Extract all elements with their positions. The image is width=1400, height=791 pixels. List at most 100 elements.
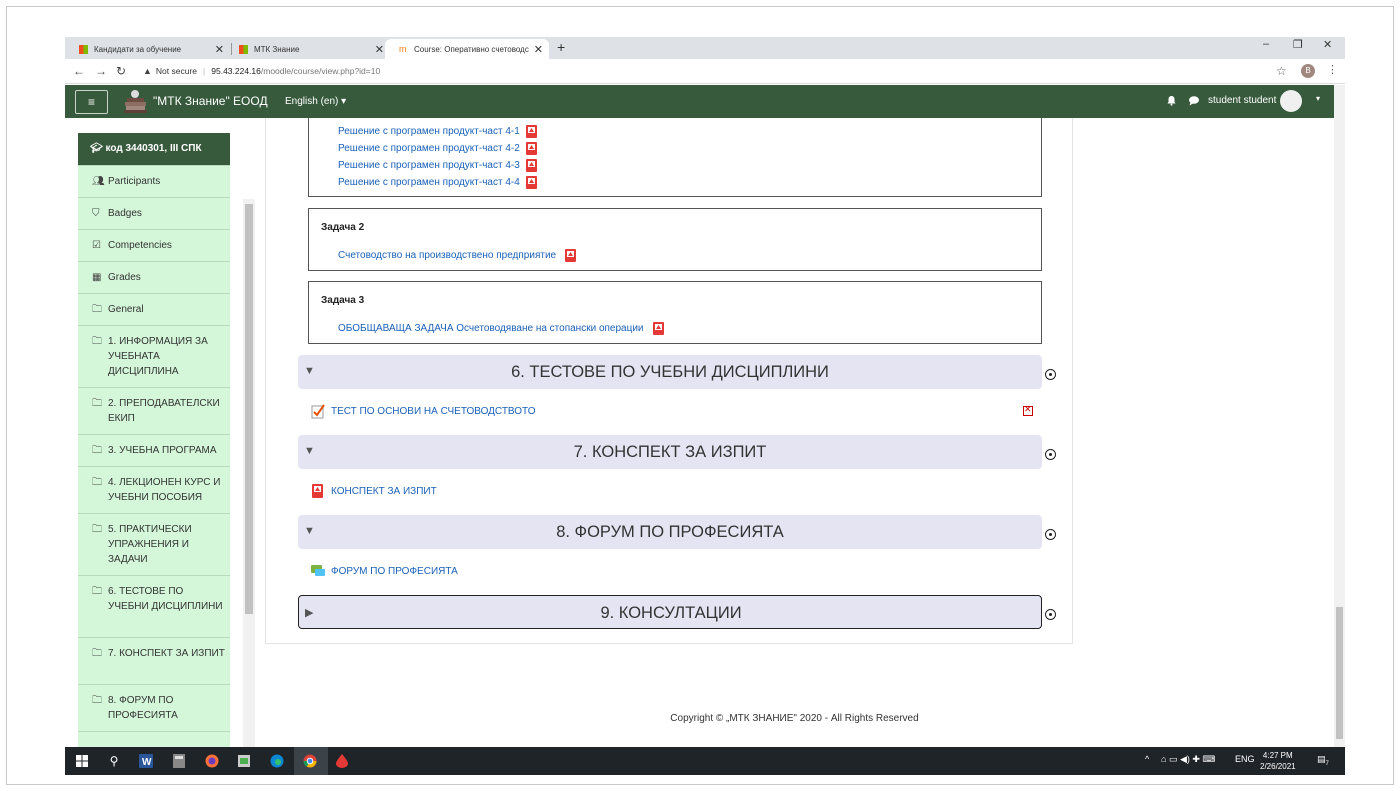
highlight-target-icon[interactable] (1045, 529, 1056, 540)
folder-icon: 🗀 (92, 304, 102, 315)
drawer-item-section-2[interactable]: 🗀 2. ПРЕПОДАВАТЕЛСКИ ЕКИП (78, 387, 230, 434)
site-logo-icon[interactable] (122, 89, 149, 114)
warning-icon: ▲ (143, 66, 152, 76)
edge-icon[interactable] (268, 752, 286, 770)
forward-button[interactable]: → (95, 64, 107, 78)
quiz-icon (310, 403, 326, 419)
drawer-item-badges[interactable]: ⛉ Badges (78, 197, 230, 229)
section-6-header[interactable]: ▼ 6. ТЕСТОВЕ ПО УЧЕБНИ ДИСЦИПЛИНИ (298, 355, 1042, 389)
drawer-toggle-button[interactable]: ≡ (75, 90, 108, 114)
taskbar-clock[interactable]: 4:27 PM 2/26/2021 (1260, 750, 1296, 772)
drawer-item-label: General (108, 304, 144, 315)
windows-taskbar: ⚲ W ^ ⌂ ▭ ◀) ✚ ⌨ ENG 4:27 PM 2/26/2021 ▤… (65, 747, 1345, 775)
tray-icons[interactable]: ⌂ ▭ ◀) ✚ ⌨ (1161, 754, 1215, 765)
resource-link[interactable]: Решение с програмен продукт-част 4-2 (338, 142, 537, 155)
resource-link[interactable]: Решение с програмен продукт-част 4-1 (338, 125, 537, 138)
chrome-icon[interactable] (301, 752, 319, 770)
drawer-item-section-7[interactable]: 🗀 7. КОНСПЕКТ ЗА ИЗПИТ (78, 637, 230, 684)
page-scrollbar-thumb[interactable] (1336, 607, 1343, 739)
forum-activity-link[interactable]: ФОРУМ ПО ПРОФЕСИЯТА (310, 563, 458, 579)
back-button[interactable]: ← (73, 64, 85, 78)
drawer-item-general[interactable]: 🗀 General (78, 293, 230, 325)
pdf-activity-link[interactable]: КОНСПЕКТ ЗА ИЗПИТ (310, 483, 437, 499)
word-icon[interactable]: W (137, 752, 155, 770)
folder-icon: 🗀 (92, 398, 102, 409)
drawer-item-label: 2. ПРЕПОДАВАТЕЛСКИ ЕКИП (108, 398, 220, 424)
folder-icon: 🗀 (92, 445, 102, 456)
resource-link[interactable]: Решение с програмен продукт-част 4-4 (338, 176, 537, 189)
pdf-icon (525, 125, 537, 138)
calculator-icon[interactable] (170, 752, 188, 770)
resource-link-label: Решение с програмен продукт-част 4-3 (338, 160, 520, 171)
drawer-item-section-6[interactable]: 🗀 6. ТЕСТОВЕ ПО УЧЕБНИ ДИСЦИПЛИНИ (78, 575, 230, 637)
shield-icon: ⛉ (92, 208, 100, 219)
section-8-header[interactable]: ▼ 8. ФОРУМ ПО ПРОФЕСИЯТА (298, 515, 1042, 549)
browser-tab-course[interactable]: m Course: Оперативно счетоводс ✕ (385, 39, 549, 59)
task-title: Задача 2 (321, 222, 365, 233)
drawer-item-section-5[interactable]: 🗀 5. ПРАКТИЧЕСКИ УПРАЖНЕНИЯ И ЗАДАЧИ (78, 513, 230, 575)
user-avatar[interactable] (1280, 90, 1302, 112)
tray-chevron-icon[interactable]: ^ (1145, 754, 1149, 764)
drawer-item-section-4[interactable]: 🗀 4. ЛЕКЦИОНЕН КУРС И УЧЕБНИ ПОСОБИЯ (78, 466, 230, 513)
drawer-item-section-1[interactable]: 🗀 1. ИНФОРМАЦИЯ ЗА УЧЕБНАТА ДИСЦИПЛИНА (78, 325, 230, 387)
section-title: 7. КОНСПЕКТ ЗА ИЗПИТ (573, 443, 767, 461)
user-name[interactable]: student student (1208, 95, 1276, 106)
close-tab-icon[interactable]: ✕ (215, 43, 224, 56)
url-field[interactable]: ▲ Not secure | 95.43.224.16 /moodle/cour… (143, 66, 380, 76)
new-tab-button[interactable]: + (557, 39, 565, 55)
drawer-item-competencies[interactable]: ☑ Competencies (78, 229, 230, 261)
user-menu-caret-icon[interactable]: ▾ (1316, 94, 1320, 103)
browser-tab-strip: Кандидати за обучение ✕ МТК Знание ✕ m C… (65, 37, 1345, 59)
bookmark-star-icon[interactable]: ☆ (1276, 64, 1287, 78)
app-icon[interactable] (235, 752, 253, 770)
restore-button[interactable]: ❐ (1293, 38, 1303, 51)
activity-label: ФОРУМ ПО ПРОФЕСИЯТА (331, 565, 458, 577)
page-footer: Copyright © „МТК ЗНАНИЕ" 2020 - All Righ… (670, 713, 919, 724)
drawer-item-participants[interactable]: 👥︎ Participants (78, 165, 230, 197)
minimize-button[interactable]: – (1263, 38, 1269, 50)
resource-link[interactable]: ОБОБЩАВАЩА ЗАДАЧА Осчетоводяване на стоп… (338, 322, 664, 335)
chat-icon[interactable] (1188, 95, 1200, 106)
pdf-icon (525, 159, 537, 172)
close-tab-icon[interactable]: ✕ (375, 43, 384, 56)
page-scrollbar[interactable] (1334, 85, 1345, 747)
drawer-list: 🎓︎ код 3440301, III СПК 👥︎ Participants ⛉… (78, 133, 230, 753)
notification-center-icon[interactable]: ▤7 (1317, 754, 1329, 767)
bell-icon[interactable] (1166, 95, 1177, 106)
desktop-screen: Кандидати за обучение ✕ МТК Знание ✕ m C… (65, 37, 1345, 775)
highlight-target-icon[interactable] (1045, 609, 1056, 620)
nav-drawer: 🎓︎ код 3440301, III СПК 👥︎ Participants ⛉… (65, 118, 255, 775)
completion-failed-checkbox (1023, 404, 1033, 416)
reload-button[interactable]: ↻ (116, 64, 126, 78)
section-7-header[interactable]: ▼ 7. КОНСПЕКТ ЗА ИЗПИТ (298, 435, 1042, 469)
language-menu[interactable]: English (en) ▾ (285, 96, 346, 107)
close-window-button[interactable]: ✕ (1323, 38, 1332, 51)
drawer-item-section-3[interactable]: 🗀 3. УЧЕБНА ПРОГРАМА (78, 434, 230, 466)
drawer-item-label: 1. ИНФОРМАЦИЯ ЗА УЧЕБНАТА ДИСЦИПЛИНА (108, 336, 208, 377)
resource-link[interactable]: Решение с програмен продукт-част 4-3 (338, 159, 537, 172)
task-3-box: Задача 3 ОБОБЩАВАЩА ЗАДАЧА Осчетоводяван… (308, 281, 1042, 344)
close-tab-icon[interactable]: ✕ (534, 43, 543, 56)
profile-avatar[interactable]: B (1301, 64, 1315, 78)
section-title: 6. ТЕСТОВЕ ПО УЧЕБНИ ДИСЦИПЛИНИ (511, 363, 829, 381)
quiz-activity-link[interactable]: ТЕСТ ПО ОСНОВИ НА СЧЕТОВОДСТВОТО (310, 403, 536, 419)
site-brand[interactable]: "МТК Знание" ЕООД (153, 94, 268, 108)
drawer-course-home[interactable]: 🎓︎ код 3440301, III СПК (78, 133, 230, 165)
highlight-target-icon[interactable] (1045, 449, 1056, 460)
search-icon[interactable]: ⚲ (105, 752, 123, 770)
language-indicator[interactable]: ENG (1235, 754, 1255, 764)
drawer-item-grades[interactable]: ▦ Grades (78, 261, 230, 293)
tab-label: Course: Оперативно счетоводс (414, 44, 529, 54)
app-drop-icon[interactable] (333, 752, 351, 770)
firefox-icon[interactable] (203, 752, 221, 770)
section-9-header[interactable]: ▶ 9. КОНСУЛТАЦИИ (298, 595, 1042, 629)
resource-link[interactable]: Счетоводство на производствено предприят… (338, 249, 577, 262)
browser-menu-icon[interactable]: ⋮ (1327, 63, 1338, 76)
drawer-scrollbar-thumb[interactable] (245, 204, 253, 614)
windows-start-icon[interactable] (73, 752, 91, 770)
browser-tab-candidates[interactable]: Кандидати за обучение ✕ (65, 39, 230, 59)
highlight-target-icon[interactable] (1045, 369, 1056, 380)
task-1-box: Решение с програмен продукт-част 4-1 Реш… (308, 118, 1042, 197)
browser-tab-mtk[interactable]: МТК Знание ✕ (225, 39, 390, 59)
forum-icon (310, 563, 326, 579)
